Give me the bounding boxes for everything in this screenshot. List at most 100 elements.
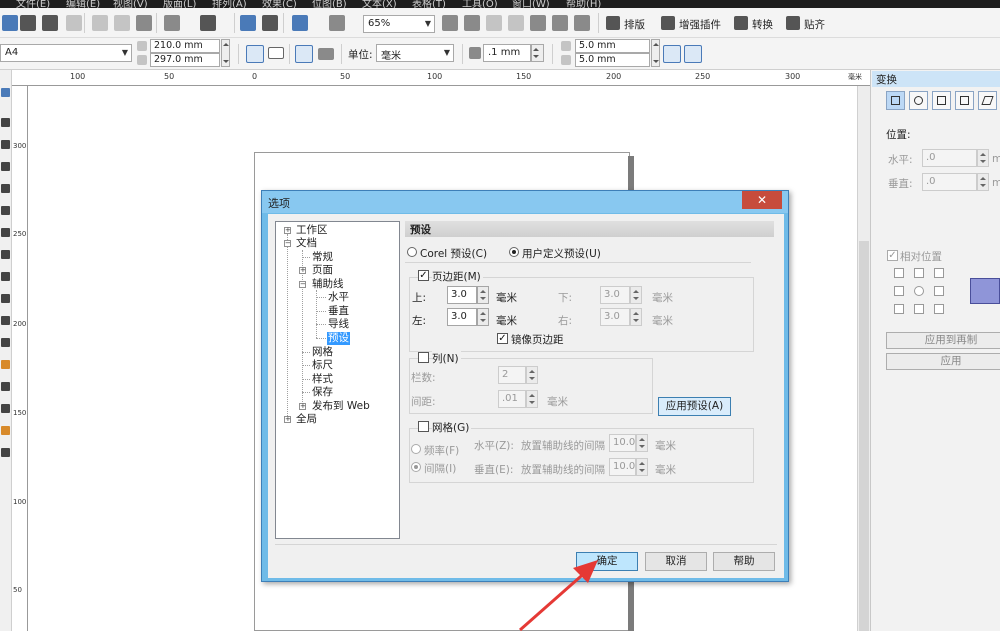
cut-icon[interactable] (92, 15, 108, 31)
app-launcher-icon[interactable] (329, 15, 345, 31)
margins-checkbox[interactable]: ✓ (418, 270, 429, 281)
tree-item-general[interactable]: 常规 (312, 251, 333, 264)
spacing-radio[interactable] (411, 462, 421, 472)
top-margin-field[interactable]: 3.0 (447, 286, 477, 304)
grid-horizontal-spinner[interactable] (636, 434, 648, 452)
anchor-point[interactable] (894, 286, 904, 296)
tree-item-publish-web[interactable]: 发布到 Web (312, 400, 370, 413)
menu-view[interactable]: 视图(V) (113, 0, 148, 8)
anchor-point[interactable] (914, 286, 924, 296)
zoom-selected-icon[interactable] (486, 15, 502, 31)
position-y-spinner[interactable] (977, 173, 989, 191)
undo-icon[interactable] (164, 15, 180, 31)
zoom-tool-icon[interactable] (1, 162, 10, 171)
nudge-field[interactable]: .1 mm (483, 44, 531, 62)
grid-horizontal-field[interactable]: 10.0 (609, 434, 636, 452)
paper-size-combo[interactable]: A4 ▼ (0, 44, 132, 62)
position-y-field[interactable]: .0 (922, 173, 977, 191)
expand-icon[interactable]: + (284, 227, 291, 234)
transparency-tool-icon[interactable] (1, 382, 10, 391)
columns-checkbox[interactable] (418, 352, 429, 363)
nudge-spinner[interactable] (531, 44, 544, 62)
landscape-icon[interactable] (268, 47, 284, 59)
menu-help[interactable]: 帮助(H) (566, 0, 601, 8)
left-margin-spinner[interactable] (477, 308, 489, 326)
open-icon[interactable] (20, 15, 36, 31)
apply-preset-button[interactable]: 应用预设(A) (658, 397, 731, 416)
horizontal-ruler[interactable]: 100 50 0 50 100 150 200 250 300 毫米 (12, 70, 870, 86)
zoom-all-icon[interactable] (508, 15, 524, 31)
interactive-fill-icon[interactable] (1, 426, 10, 435)
tree-item-presets[interactable]: 预设 (327, 332, 350, 345)
cancel-button[interactable]: 取消 (645, 552, 707, 571)
menu-arrange[interactable]: 排列(A) (212, 0, 247, 8)
menu-table[interactable]: 表格(T) (412, 0, 446, 8)
export-icon[interactable] (262, 15, 278, 31)
mirror-margins-checkbox[interactable]: ✓ (497, 333, 508, 344)
column-count-spinner[interactable] (526, 366, 538, 384)
frequency-radio[interactable] (411, 444, 421, 454)
zoom-in-icon[interactable] (442, 15, 458, 31)
text-tool-icon[interactable] (1, 294, 10, 303)
tree-item-vertical[interactable]: 垂直 (328, 305, 349, 318)
expand-icon[interactable]: + (299, 403, 306, 410)
menu-window[interactable]: 窗口(W) (512, 0, 550, 8)
shadow-tool-icon[interactable] (1, 360, 10, 369)
paste-icon[interactable] (136, 15, 152, 31)
grid-vertical-spinner[interactable] (636, 458, 648, 476)
menu-text[interactable]: 文本(X) (362, 0, 397, 8)
smart-fill-icon[interactable] (1, 448, 10, 457)
portrait-icon[interactable] (246, 45, 264, 63)
current-page-icon[interactable] (318, 48, 334, 60)
tree-item-global[interactable]: 全局 (296, 413, 317, 426)
gutter-field[interactable]: .01 (498, 390, 526, 408)
snap-button[interactable]: 贴齐 (804, 17, 825, 32)
position-icon[interactable] (886, 91, 905, 110)
anchor-point[interactable] (914, 268, 924, 278)
bottom-margin-field[interactable]: 3.0 (600, 286, 630, 304)
tree-item-rulers[interactable]: 标尺 (312, 359, 333, 372)
publish-pdf-icon[interactable] (292, 15, 308, 31)
shape-tool-icon[interactable] (1, 118, 10, 127)
page-width-field[interactable]: 210.0 mm (150, 39, 220, 53)
options-tree[interactable] (275, 221, 400, 539)
save-icon[interactable] (42, 15, 58, 31)
left-margin-field[interactable]: 3.0 (447, 308, 477, 326)
apply-button[interactable]: 应用 (886, 353, 1000, 370)
help-button[interactable]: 帮助 (713, 552, 775, 571)
unit-combo[interactable]: 毫米 ▼ (376, 44, 454, 62)
menu-bitmaps[interactable]: 位图(B) (312, 0, 347, 8)
relative-position-checkbox[interactable]: ✓ (887, 250, 898, 261)
ellipse-tool-icon[interactable] (1, 250, 10, 259)
menu-file[interactable]: 文件(E) (16, 0, 50, 8)
collapse-icon[interactable]: − (299, 281, 306, 288)
menu-effects[interactable]: 效果(C) (262, 0, 297, 8)
page-height-field[interactable]: 297.0 mm (150, 53, 220, 67)
import-icon[interactable] (240, 15, 256, 31)
corel-preset-radio[interactable] (407, 247, 417, 257)
enhance-plugin-button[interactable]: 增强插件 (679, 17, 721, 32)
anchor-point[interactable] (934, 268, 944, 278)
zoom-combo[interactable]: 65% ▼ (363, 15, 435, 33)
anchor-point[interactable] (894, 268, 904, 278)
connector-tool-icon[interactable] (1, 338, 10, 347)
all-pages-icon[interactable] (295, 45, 313, 63)
tree-item-page[interactable]: 页面 (312, 264, 333, 277)
tree-item-workspace[interactable]: 工作区 (296, 224, 328, 237)
new-document-icon[interactable] (2, 15, 18, 31)
anchor-point[interactable] (894, 304, 904, 314)
polygon-tool-icon[interactable] (1, 272, 10, 281)
position-x-field[interactable]: .0 (922, 149, 977, 167)
artistic-media-icon[interactable] (1, 206, 10, 215)
duplicate-y-field[interactable]: 5.0 mm (575, 53, 650, 67)
zoom-width-icon[interactable] (552, 15, 568, 31)
pick-tool-icon[interactable] (1, 88, 10, 97)
scale-mirror-icon[interactable] (932, 91, 951, 110)
draw-fill-icon[interactable] (684, 45, 702, 63)
crop-tool-icon[interactable] (1, 140, 10, 149)
position-x-spinner[interactable] (977, 149, 989, 167)
anchor-point[interactable] (934, 304, 944, 314)
bottom-margin-spinner[interactable] (630, 286, 642, 304)
tree-item-horizontal[interactable]: 水平 (328, 291, 349, 304)
vertical-ruler[interactable]: 300 250 200 150 100 50 (12, 86, 28, 631)
